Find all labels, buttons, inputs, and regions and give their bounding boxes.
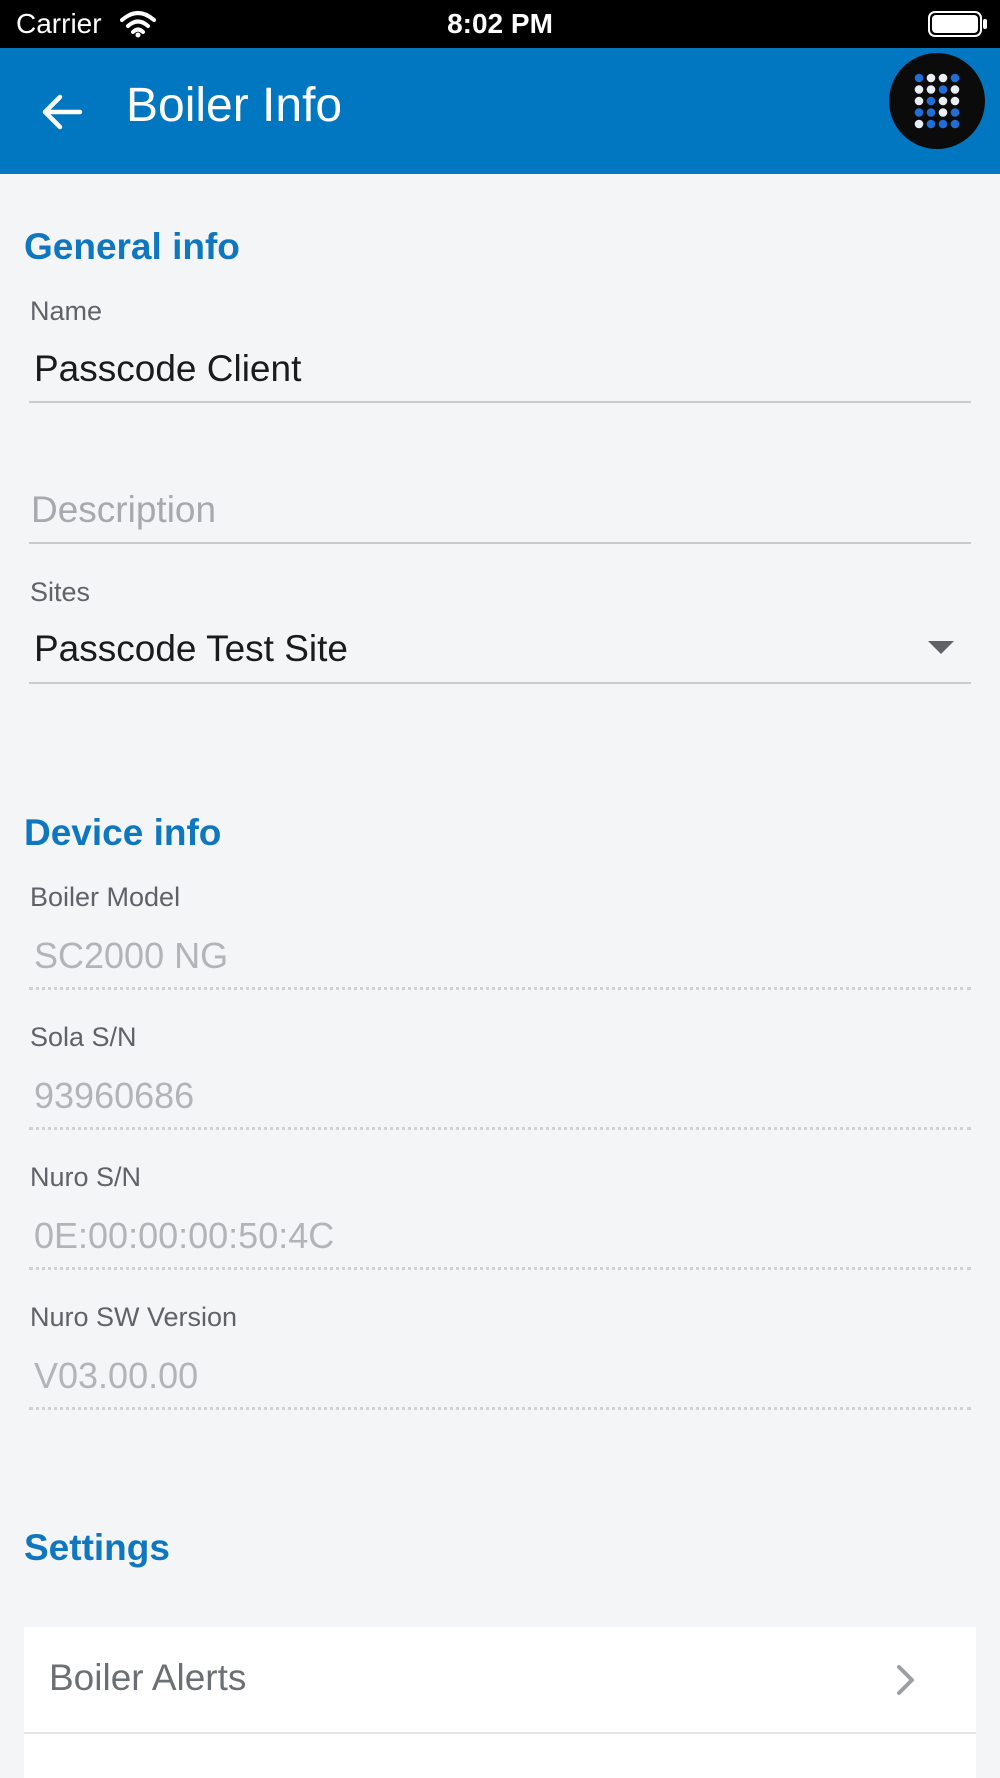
sites-underline <box>29 682 971 684</box>
battery-icon <box>928 11 987 37</box>
status-bar: Carrier 8:02 PM <box>0 0 1000 48</box>
status-time: 8:02 PM <box>447 8 553 39</box>
settings-card: Boiler Alerts <box>24 1627 976 1778</box>
sites-label: Sites <box>30 577 91 607</box>
description-underline <box>29 542 971 544</box>
app-bar: Boiler Info <box>0 48 1000 174</box>
name-underline <box>29 401 971 403</box>
nuro-sn-label: Nuro S/N <box>30 1162 142 1192</box>
name-label: Name <box>30 296 103 326</box>
description-placeholder: Description <box>31 489 217 530</box>
general-info-heading: General info <box>24 226 240 267</box>
boiler-model-underline <box>29 987 971 990</box>
dot-grid-logo-icon <box>914 73 960 129</box>
boiler-alerts-label: Boiler Alerts <box>49 1657 247 1698</box>
sola-sn-underline <box>29 1127 971 1130</box>
name-value: Passcode Client <box>34 348 302 389</box>
boiler-model-label: Boiler Model <box>30 882 181 912</box>
back-button[interactable] <box>36 86 88 138</box>
nuro-sw-version-value: V03.00.00 <box>34 1355 199 1396</box>
description-field[interactable]: Description <box>29 485 971 543</box>
logo-button[interactable] <box>889 53 985 149</box>
arrow-left-icon <box>42 94 83 130</box>
name-field[interactable]: Passcode Client <box>29 340 971 402</box>
boiler-model-value: SC2000 NG <box>34 935 229 976</box>
dropdown-arrow-icon <box>928 641 954 654</box>
page-title: Boiler Info <box>126 79 343 132</box>
nuro-sn-value: 0E:00:00:00:50:4C <box>34 1215 335 1256</box>
sola-sn-value: 93960686 <box>34 1075 195 1116</box>
chevron-right-icon <box>897 1665 914 1695</box>
device-info-heading: Device info <box>24 812 222 853</box>
settings-heading: Settings <box>24 1527 170 1568</box>
nuro-sw-version-label: Nuro SW Version <box>30 1302 238 1332</box>
boiler-alerts-row[interactable]: Boiler Alerts <box>24 1627 976 1734</box>
nuro-sw-version-underline <box>29 1407 971 1410</box>
sola-sn-label: Sola S/N <box>30 1022 137 1052</box>
nuro-sn-underline <box>29 1267 971 1270</box>
sites-value: Passcode Test Site <box>34 628 348 669</box>
sites-dropdown[interactable]: Passcode Test Site <box>29 620 971 682</box>
